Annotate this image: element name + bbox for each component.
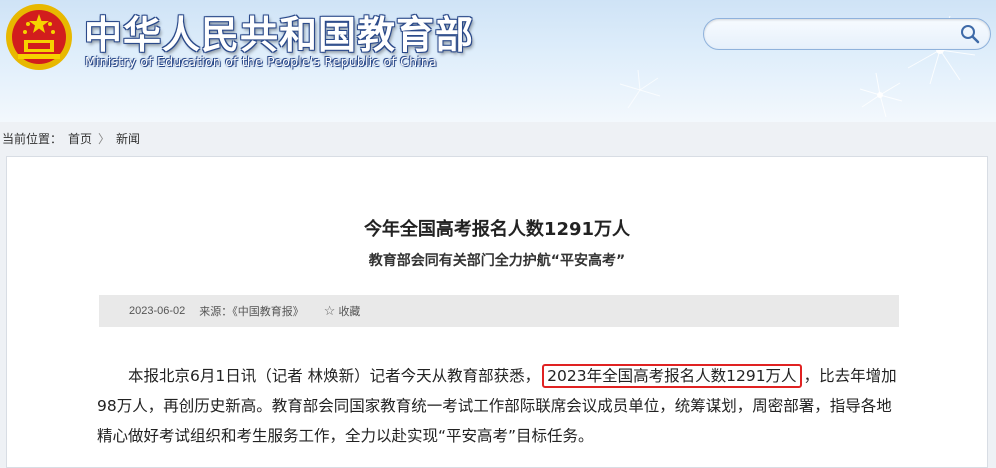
search-input[interactable]	[703, 18, 991, 50]
breadcrumb: 当前位置： 首页 〉 新闻	[2, 128, 140, 148]
site-title-english: Ministry of Education of the People's Re…	[85, 54, 437, 69]
breadcrumb-separator: 〉	[98, 131, 111, 146]
body-text-before: 本报北京6月1日讯（记者 林焕新）记者今天从教育部获悉，	[128, 367, 541, 385]
breadcrumb-prefix: 当前位置：	[2, 131, 63, 146]
breadcrumb-news-link[interactable]: 新闻	[116, 130, 140, 147]
favorite-button[interactable]: ☆ 收藏	[324, 303, 361, 319]
national-emblem-icon	[6, 4, 72, 70]
search-icon[interactable]	[960, 24, 980, 44]
article-meta-bar: 2023-06-02 来源：《中国教育报》 ☆ 收藏	[99, 295, 899, 327]
highlighted-statistic: 2023年全国高考报名人数1291万人	[542, 364, 802, 388]
site-title: 中华人民共和国教育部	[84, 13, 475, 57]
article-subtitle: 教育部会同有关部门全力护航“平安高考”	[368, 253, 626, 269]
article-body: 本报北京6月1日讯（记者 林焕新）记者今天从教育部获悉， 2023年全国高考报名人…	[97, 361, 897, 451]
article-source: 来源：《中国教育报》	[199, 306, 304, 318]
favorite-label: 收藏	[338, 306, 361, 318]
article-container: 今年全国高考报名人数1291万人 教育部会同有关部门全力护航“平安高考” 202…	[6, 156, 988, 468]
article-title: 今年全国高考报名人数1291万人	[363, 219, 631, 240]
site-header: 中华人民共和国教育部 Ministry of Education of the …	[0, 0, 996, 122]
star-icon: ☆	[323, 303, 336, 318]
article-date: 2023-06-02	[129, 305, 186, 317]
breadcrumb-home-link[interactable]: 首页	[68, 130, 92, 147]
dandelion-decoration	[619, 69, 661, 109]
